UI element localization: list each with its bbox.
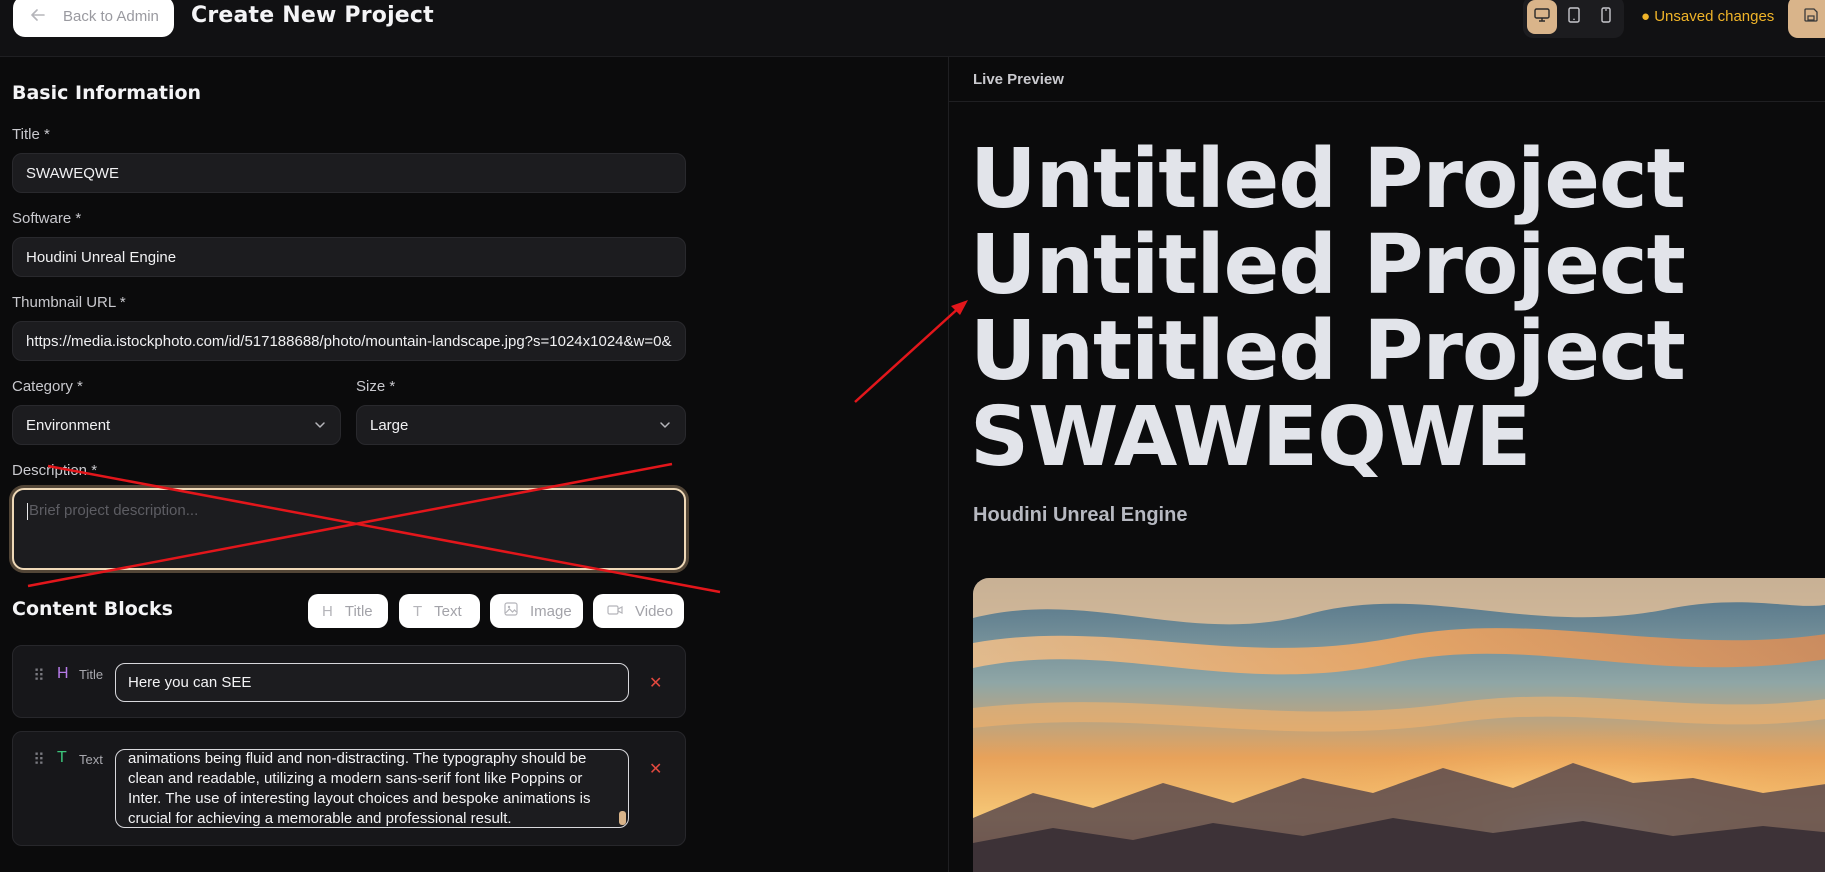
preview-header: [949, 57, 1825, 102]
thumbnail-url-label: Thumbnail URL *: [12, 294, 126, 311]
preview-hero-title-line: Untitled Project: [970, 132, 1686, 227]
desktop-view-button[interactable]: [1527, 0, 1557, 34]
text-caret: [27, 502, 28, 520]
add-text-block-label: Text: [434, 602, 462, 620]
description-textarea[interactable]: Brief project description...: [12, 488, 686, 570]
back-to-admin-label: Back to Admin: [63, 8, 159, 25]
monitor-icon: [1534, 7, 1550, 27]
size-select[interactable]: Large: [356, 405, 686, 445]
image-icon: [504, 602, 518, 620]
content-block-text: ⠿ T Text animations being fluid and non-…: [12, 731, 686, 846]
video-icon: [607, 603, 623, 620]
heading-icon: H: [57, 665, 69, 682]
text-block-content: animations being fluid and non-distracti…: [128, 750, 591, 827]
panel-divider: [948, 57, 949, 872]
save-button[interactable]: [1788, 0, 1825, 38]
title-label: Title *: [12, 126, 50, 143]
add-video-block-button[interactable]: Video: [593, 594, 684, 628]
basic-information-heading: Basic Information: [12, 82, 202, 104]
preview-hero-title-line: Untitled Project: [970, 304, 1686, 399]
size-label: Size *: [356, 378, 396, 395]
block-type-label: Title: [79, 667, 104, 682]
save-icon: [1804, 7, 1818, 27]
top-bar: Back to Admin Create New Project ● Unsav…: [0, 0, 1825, 57]
drag-handle-icon[interactable]: ⠿: [33, 666, 45, 686]
add-image-block-button[interactable]: Image: [490, 594, 583, 628]
tablet-view-button[interactable]: [1559, 0, 1589, 34]
add-video-block-label: Video: [635, 602, 674, 620]
preview-hero-title-line: Untitled Project: [970, 218, 1686, 313]
software-label: Software *: [12, 210, 82, 227]
category-selected-value: Environment: [26, 416, 111, 434]
live-preview-label: Live Preview: [973, 71, 1064, 88]
description-label: Description *: [12, 462, 98, 479]
remove-block-icon[interactable]: ✕: [649, 759, 662, 779]
description-placeholder: Brief project description...: [29, 502, 199, 519]
annotation-arrow-line: [854, 304, 963, 403]
category-label: Category *: [12, 378, 83, 395]
content-block-title: ⠿ H Title Here you can SEE ✕: [12, 645, 686, 718]
software-input[interactable]: Houdini Unreal Engine: [12, 237, 686, 277]
text-block-textarea[interactable]: animations being fluid and non-distracti…: [115, 749, 629, 828]
textarea-scrollbar[interactable]: [619, 811, 626, 825]
block-type-label: Text: [79, 752, 103, 767]
remove-block-icon[interactable]: ✕: [649, 673, 662, 693]
title-input[interactable]: SWAWEQWE: [12, 153, 686, 193]
title-block-input[interactable]: Here you can SEE: [115, 663, 629, 702]
category-select[interactable]: Environment: [12, 405, 341, 445]
chevron-down-icon: [314, 418, 326, 435]
content-blocks-heading: Content Blocks: [12, 598, 173, 620]
page-title: Create New Project: [191, 3, 434, 28]
back-to-admin-button[interactable]: Back to Admin: [13, 0, 174, 37]
add-image-block-label: Image: [530, 602, 572, 620]
add-title-block-button[interactable]: H Title: [308, 594, 388, 628]
mobile-view-button[interactable]: [1591, 0, 1621, 34]
device-toggle-group: [1523, 0, 1624, 38]
type-icon: T: [57, 749, 67, 766]
annotation-arrow-head: [951, 300, 968, 315]
add-text-block-button[interactable]: T Text: [399, 594, 480, 628]
type-icon: T: [413, 602, 423, 620]
unsaved-changes-indicator: ● Unsaved changes: [1641, 8, 1775, 25]
chevron-down-icon: [659, 418, 671, 435]
arrow-left-icon: [31, 8, 45, 25]
size-selected-value: Large: [370, 416, 409, 434]
heading-icon: H: [322, 602, 333, 620]
add-title-block-label: Title: [344, 602, 373, 620]
preview-subtitle: Houdini Unreal Engine: [973, 504, 1188, 526]
phone-icon: [1601, 6, 1611, 28]
preview-hero-title-line: SWAWEQWE: [970, 390, 1531, 485]
drag-handle-icon[interactable]: ⠿: [33, 750, 45, 770]
tablet-icon: [1568, 6, 1580, 28]
preview-thumbnail-image: [973, 578, 1825, 872]
thumbnail-url-input[interactable]: https://media.istockphoto.com/id/5171886…: [12, 321, 686, 361]
